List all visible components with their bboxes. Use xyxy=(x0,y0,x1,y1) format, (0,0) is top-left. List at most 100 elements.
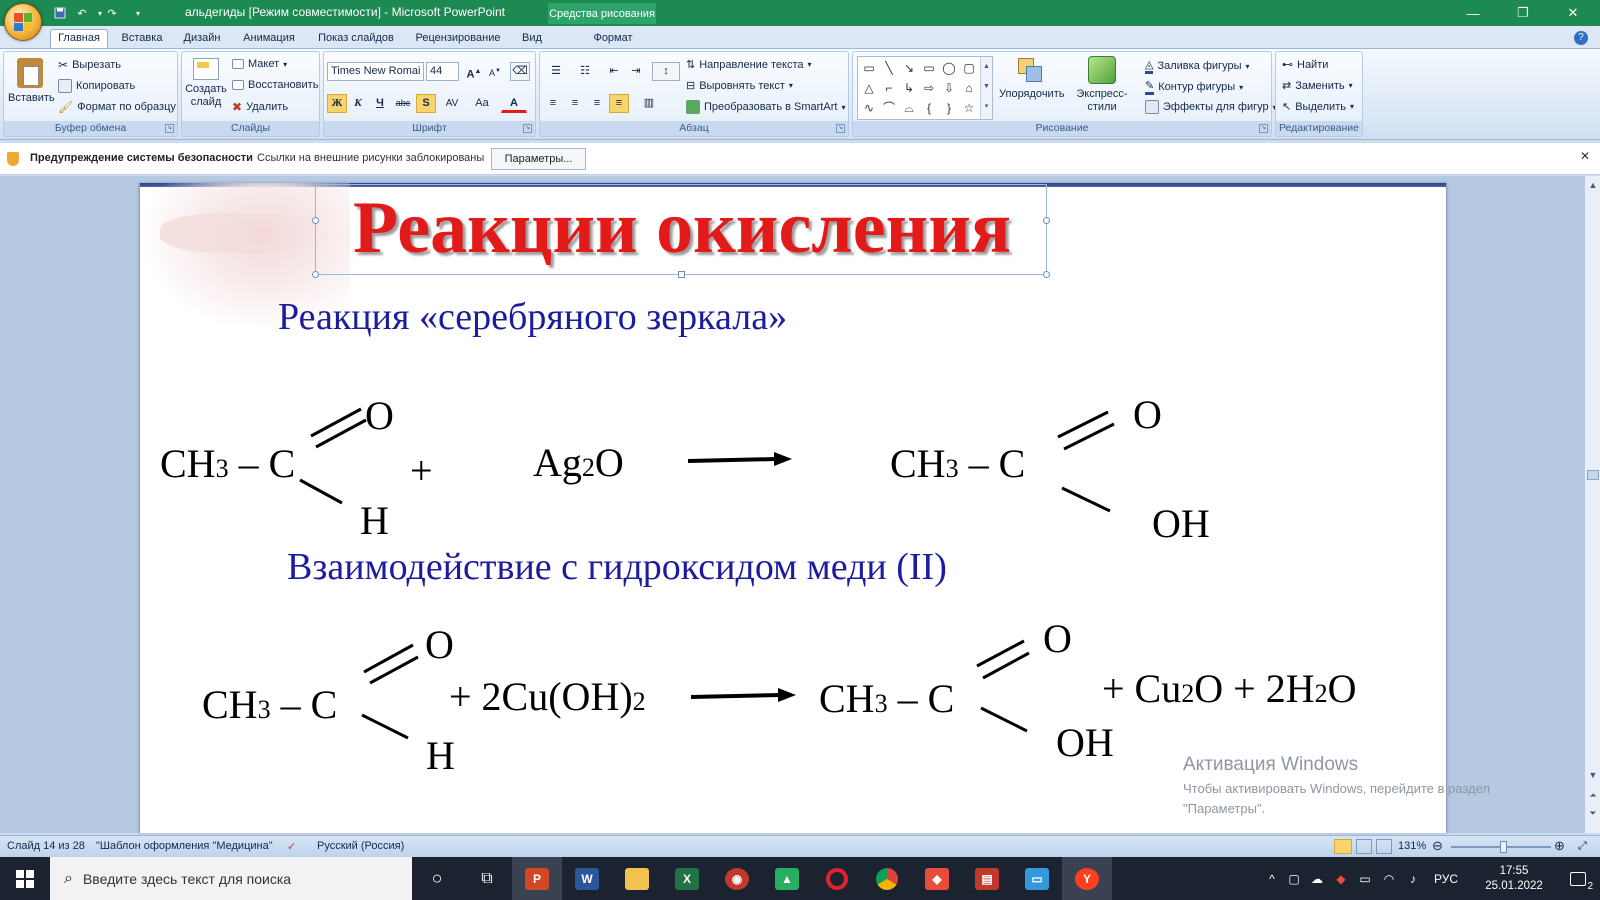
align-left-icon[interactable]: ≡ xyxy=(543,94,563,113)
tray-wifi-icon[interactable]: ◠ xyxy=(1378,857,1400,900)
delete-slide-button[interactable]: ✖ Удалить xyxy=(232,100,288,114)
taskbar-app-eye[interactable]: ◉ xyxy=(712,857,762,900)
tab-review[interactable]: Рецензирование xyxy=(406,30,510,48)
down-arrow-shape-icon[interactable]: ⇩ xyxy=(941,80,957,96)
right-arrow-shape-icon[interactable]: ⇨ xyxy=(921,80,937,96)
align-text-button[interactable]: ⊟ Выровнять текст ▾ xyxy=(686,79,793,93)
increase-indent-icon[interactable]: ⇥ xyxy=(626,62,646,81)
layout-button[interactable]: Макет ▾ xyxy=(232,58,287,70)
tab-design[interactable]: Дизайн xyxy=(176,30,228,48)
tray-clock[interactable]: 17:55 25.01.2022 xyxy=(1470,857,1558,900)
normal-view-icon[interactable] xyxy=(1334,839,1352,854)
search-placeholder[interactable]: Введите здесь текст для поиска xyxy=(83,871,291,887)
zoom-in-icon[interactable]: ⊕ xyxy=(1554,838,1565,854)
clipboard-launcher-icon[interactable]: ↘ xyxy=(165,124,174,133)
select-button[interactable]: ↖ Выделить ▾ xyxy=(1282,100,1354,114)
previous-slide-icon[interactable]: ⏶ xyxy=(1585,788,1600,802)
notifications-button[interactable]: 2 xyxy=(1560,857,1596,900)
line-shape-icon[interactable]: ╲ xyxy=(881,60,897,76)
tray-language[interactable]: РУС xyxy=(1428,857,1464,900)
zoom-level[interactable]: 131% xyxy=(1398,840,1426,852)
textbox-shape-icon[interactable]: ▭ xyxy=(861,60,877,76)
tab-animation[interactable]: Анимация xyxy=(233,30,305,48)
paragraph-launcher-icon[interactable]: ↘ xyxy=(836,124,845,133)
rectangle-shape-icon[interactable]: ▭ xyxy=(921,60,937,76)
undo-icon[interactable]: ↶ xyxy=(74,5,90,21)
strikethrough-button[interactable]: abc xyxy=(393,94,413,113)
star-shape-icon[interactable]: ☆ xyxy=(961,100,977,116)
decrease-indent-icon[interactable]: ⇤ xyxy=(604,62,624,81)
tab-insert[interactable]: Вставка xyxy=(112,30,172,48)
find-button[interactable]: ⊷ Найти xyxy=(1282,58,1328,72)
grow-font-button[interactable]: A▲ xyxy=(464,62,484,81)
slide-canvas[interactable]: Реакции окисления Реакция «серебряного з… xyxy=(139,183,1447,833)
font-color-button[interactable]: A xyxy=(501,94,527,113)
taskbar-opera[interactable] xyxy=(812,857,862,900)
tray-expand-icon[interactable]: ^ xyxy=(1262,857,1282,900)
arc-shape-icon[interactable]: ⌒ xyxy=(881,100,897,116)
shapes-gallery[interactable]: ▭ ╲ ↘ ▭ ◯ ▢ △ ⌐ ↳ ⇨ ⇩ ⌂ ∿ ⌒ ⌓ { } ☆ ▲ ▼ ▾ xyxy=(857,56,993,120)
language-indicator[interactable]: Русский (Россия) xyxy=(317,840,404,852)
security-close-icon[interactable]: ✕ xyxy=(1580,149,1590,163)
taskbar-chrome[interactable] xyxy=(862,857,912,900)
customize-qat-icon[interactable]: ▾ xyxy=(130,5,146,21)
start-button[interactable] xyxy=(0,857,50,900)
shape-effects-button[interactable]: Эффекты для фигур▾ xyxy=(1145,100,1277,114)
scroll-thumb[interactable] xyxy=(1587,470,1599,480)
new-slide-button[interactable]: Создать слайд xyxy=(184,58,228,109)
taskbar-explorer[interactable] xyxy=(612,857,662,900)
tray-device-icon[interactable]: ▢ xyxy=(1284,857,1304,900)
columns-icon[interactable]: ▥ xyxy=(636,94,662,113)
tray-cloud-icon[interactable]: ☁ xyxy=(1306,857,1328,900)
taskbar-search[interactable]: ⌕ Введите здесь текст для поиска xyxy=(50,857,412,900)
shapes-scroll[interactable]: ▲ ▼ ▾ xyxy=(980,57,992,119)
security-options-button[interactable]: Параметры... xyxy=(491,148,586,170)
char-spacing-button[interactable]: AV xyxy=(439,94,465,113)
taskbar-excel[interactable]: X xyxy=(662,857,712,900)
pentagon-shape-icon[interactable]: ⌂ xyxy=(961,80,977,96)
taskbar-yandex[interactable]: Y xyxy=(1062,857,1112,900)
close-button[interactable]: ✕ xyxy=(1550,0,1596,26)
office-button[interactable] xyxy=(4,3,42,41)
italic-button[interactable]: К xyxy=(348,94,368,113)
font-size-select[interactable]: 44 xyxy=(426,62,459,81)
replace-button[interactable]: ⇄ Заменить ▾ xyxy=(1282,79,1353,93)
connector-shape-icon[interactable]: ⌐ xyxy=(881,80,897,96)
shape-outline-button[interactable]: ✎ Контур фигуры ▾ xyxy=(1145,79,1243,95)
change-case-button[interactable]: Aa xyxy=(469,94,495,113)
smartart-button[interactable]: Преобразовать в SmartArt ▾ xyxy=(686,100,845,114)
triangle-shape-icon[interactable]: △ xyxy=(861,80,877,96)
tab-format[interactable]: Формат xyxy=(578,30,648,48)
clear-format-icon[interactable]: ⌫ xyxy=(510,62,530,81)
font-name-select[interactable]: Times New Romai xyxy=(327,62,424,81)
curve-shape-icon[interactable]: ∿ xyxy=(861,100,877,116)
taskbar-app-blue[interactable]: ▭ xyxy=(1012,857,1062,900)
scroll-down-icon[interactable]: ▼ xyxy=(1585,768,1600,782)
cut-button[interactable]: ✂ Вырезать xyxy=(58,58,121,72)
justify-icon[interactable]: ≡ xyxy=(609,94,629,113)
tab-view[interactable]: Вид xyxy=(515,30,549,48)
underline-button[interactable]: Ч xyxy=(370,94,390,113)
redo-icon[interactable]: ↷ xyxy=(104,5,120,21)
copy-button[interactable]: Копировать xyxy=(58,79,135,93)
tray-volume-icon[interactable]: ♪ xyxy=(1402,857,1424,900)
zoom-out-icon[interactable]: ⊖ xyxy=(1432,838,1443,854)
spellcheck-icon[interactable]: ✓ xyxy=(287,840,296,853)
tab-slideshow[interactable]: Показ слайдов xyxy=(310,30,402,48)
shadow-button[interactable]: S xyxy=(416,94,436,113)
drawing-launcher-icon[interactable]: ↘ xyxy=(1259,124,1268,133)
tray-battery-icon[interactable]: ▭ xyxy=(1354,857,1376,900)
next-slide-icon[interactable]: ⏷ xyxy=(1585,806,1600,820)
numbering-icon[interactable]: ☷ xyxy=(572,62,598,81)
taskbar-word[interactable]: W xyxy=(562,857,612,900)
oval-shape-icon[interactable]: ◯ xyxy=(941,60,957,76)
tab-home[interactable]: Главная xyxy=(50,29,108,49)
quick-styles-button[interactable]: Экспресс-стили xyxy=(1065,56,1139,114)
shrink-font-button[interactable]: A▼ xyxy=(485,62,505,81)
task-view-icon[interactable]: ○ xyxy=(412,857,462,900)
brace-left-shape-icon[interactable]: { xyxy=(921,100,937,116)
slide-sorter-icon[interactable] xyxy=(1356,839,1372,854)
bullets-icon[interactable]: ☰ xyxy=(543,62,569,81)
help-icon[interactable]: ? xyxy=(1574,31,1588,45)
font-launcher-icon[interactable]: ↘ xyxy=(523,124,532,133)
